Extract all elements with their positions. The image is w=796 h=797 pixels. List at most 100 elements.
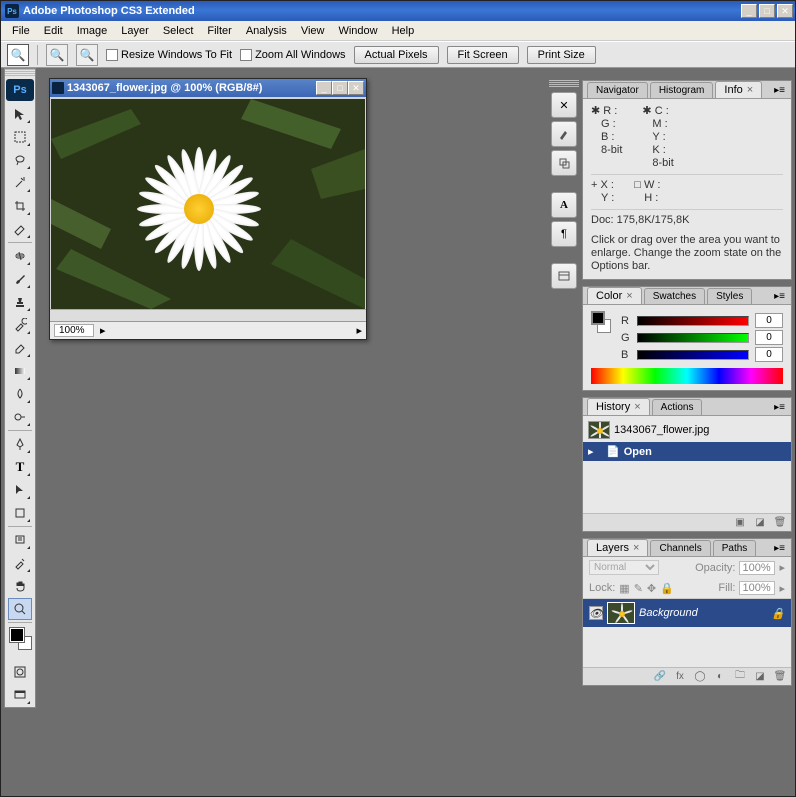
layer-background[interactable]: 👁 Background 🔒 — [583, 599, 791, 627]
new-layer-icon[interactable]: ◪ — [753, 670, 767, 684]
menu-view[interactable]: View — [294, 23, 332, 39]
brushes-strip-icon[interactable] — [551, 121, 577, 147]
minimize-button[interactable]: _ — [741, 4, 757, 18]
crop-tool[interactable] — [8, 195, 32, 217]
doc-maximize-button[interactable]: □ — [332, 81, 348, 95]
g-value[interactable] — [755, 330, 783, 345]
tab-actions[interactable]: Actions — [652, 399, 703, 415]
color-swatches[interactable] — [8, 626, 32, 658]
color-panel-menu-icon[interactable]: ▸≡ — [772, 289, 787, 304]
doc-h-scrollbar[interactable] — [50, 309, 366, 321]
dodge-tool[interactable] — [8, 406, 32, 428]
menu-image[interactable]: Image — [70, 23, 115, 39]
fill-value[interactable]: 100% — [739, 581, 775, 595]
r-value[interactable] — [755, 313, 783, 328]
current-tool-icon[interactable]: 🔍 — [7, 44, 29, 66]
g-slider[interactable] — [637, 333, 749, 343]
zoom-out-icon[interactable]: 🔍 — [76, 44, 98, 66]
tab-swatches[interactable]: Swatches — [644, 288, 705, 304]
blend-mode-select[interactable]: Normal — [589, 560, 659, 575]
actual-pixels-button[interactable]: Actual Pixels — [354, 46, 439, 64]
menu-filter[interactable]: Filter — [200, 23, 238, 39]
gradient-tool[interactable] — [8, 360, 32, 382]
history-panel-menu-icon[interactable]: ▸≡ — [772, 400, 787, 415]
tab-histogram[interactable]: Histogram — [650, 82, 714, 98]
type-tool[interactable]: T — [8, 456, 32, 478]
toolbox-grip[interactable] — [5, 69, 35, 77]
layer-fx-icon[interactable]: fx — [673, 670, 687, 684]
visibility-icon[interactable]: 👁 — [589, 606, 603, 620]
clone-strip-icon[interactable] — [551, 150, 577, 176]
menu-file[interactable]: File — [5, 23, 37, 39]
print-size-button[interactable]: Print Size — [527, 46, 596, 64]
history-state-open[interactable]: ▸ 📄 Open — [583, 442, 791, 461]
zoom-field[interactable]: 100% — [54, 324, 94, 337]
new-doc-from-state-icon[interactable]: ▣ — [733, 516, 747, 530]
status-menu-icon[interactable]: ▸ — [356, 324, 362, 337]
screenmode-tool[interactable] — [8, 684, 32, 706]
lock-transparency-icon[interactable]: ▦ — [619, 582, 629, 595]
zoom-tool[interactable] — [8, 598, 32, 620]
heal-tool[interactable] — [8, 245, 32, 267]
quickmask-tool[interactable] — [8, 661, 32, 683]
marquee-tool[interactable] — [8, 126, 32, 148]
resize-windows-checkbox[interactable]: Resize Windows To Fit — [106, 49, 232, 61]
tab-info[interactable]: Info× — [715, 81, 762, 98]
tab-navigator[interactable]: Navigator — [587, 82, 648, 98]
maximize-button[interactable]: □ — [759, 4, 775, 18]
shape-tool[interactable] — [8, 502, 32, 524]
foreground-color-swatch[interactable] — [10, 628, 24, 642]
eraser-tool[interactable] — [8, 337, 32, 359]
color-spectrum[interactable] — [591, 368, 783, 384]
close-button[interactable]: ✕ — [777, 4, 793, 18]
status-arrow-icon[interactable]: ▸ — [100, 324, 106, 337]
tab-paths[interactable]: Paths — [713, 540, 757, 556]
new-group-icon[interactable]: 🗀 — [733, 670, 747, 684]
doc-minimize-button[interactable]: _ — [316, 81, 332, 95]
menu-window[interactable]: Window — [331, 23, 384, 39]
zoom-in-icon[interactable]: 🔍 — [46, 44, 68, 66]
menu-layer[interactable]: Layer — [114, 23, 156, 39]
wand-tool[interactable] — [8, 172, 32, 194]
document-titlebar[interactable]: 1343067_flower.jpg @ 100% (RGB/8#) _ □ ✕ — [50, 79, 366, 97]
document-canvas[interactable] — [51, 99, 365, 309]
notes-tool[interactable] — [8, 529, 32, 551]
move-tool[interactable] — [8, 103, 32, 125]
path-select-tool[interactable] — [8, 479, 32, 501]
r-slider[interactable] — [637, 316, 749, 326]
lock-move-icon[interactable]: ✥ — [647, 582, 656, 595]
strip-button-1[interactable]: ✕ — [551, 92, 577, 118]
layercomps-strip-icon[interactable] — [551, 263, 577, 289]
link-layers-icon[interactable]: 🔗 — [653, 670, 667, 684]
tab-color[interactable]: Color× — [587, 287, 642, 304]
adjustment-layer-icon[interactable]: ◐ — [713, 670, 727, 684]
pen-tool[interactable] — [8, 433, 32, 455]
menu-analysis[interactable]: Analysis — [239, 23, 294, 39]
stamp-tool[interactable] — [8, 291, 32, 313]
tab-layers[interactable]: Layers× — [587, 539, 648, 556]
tab-history[interactable]: History× — [587, 398, 650, 415]
info-panel-menu-icon[interactable]: ▸≡ — [772, 83, 787, 98]
character-strip-icon[interactable]: A — [551, 192, 577, 218]
delete-layer-icon[interactable]: 🗑 — [773, 670, 787, 684]
blur-tool[interactable] — [8, 383, 32, 405]
doc-close-button[interactable]: ✕ — [348, 81, 364, 95]
layer-mask-icon[interactable]: ◯ — [693, 670, 707, 684]
delete-state-icon[interactable]: 🗑 — [773, 516, 787, 530]
zoom-all-checkbox[interactable]: Zoom All Windows — [240, 49, 345, 61]
lock-paint-icon[interactable]: ✎ — [634, 582, 643, 595]
eyedropper-tool[interactable] — [8, 552, 32, 574]
lasso-tool[interactable] — [8, 149, 32, 171]
menu-help[interactable]: Help — [385, 23, 422, 39]
slice-tool[interactable] — [8, 218, 32, 240]
history-snapshot[interactable]: 1343067_flower.jpg — [583, 418, 791, 442]
lock-all-icon[interactable]: 🔒 — [660, 582, 674, 595]
layer-thumbnail[interactable] — [607, 602, 635, 624]
opacity-value[interactable]: 100% — [739, 561, 775, 575]
tab-channels[interactable]: Channels — [650, 540, 710, 556]
menu-select[interactable]: Select — [156, 23, 201, 39]
fit-screen-button[interactable]: Fit Screen — [447, 46, 519, 64]
paragraph-strip-icon[interactable]: ¶ — [551, 221, 577, 247]
brush-tool[interactable] — [8, 268, 32, 290]
b-slider[interactable] — [637, 350, 749, 360]
